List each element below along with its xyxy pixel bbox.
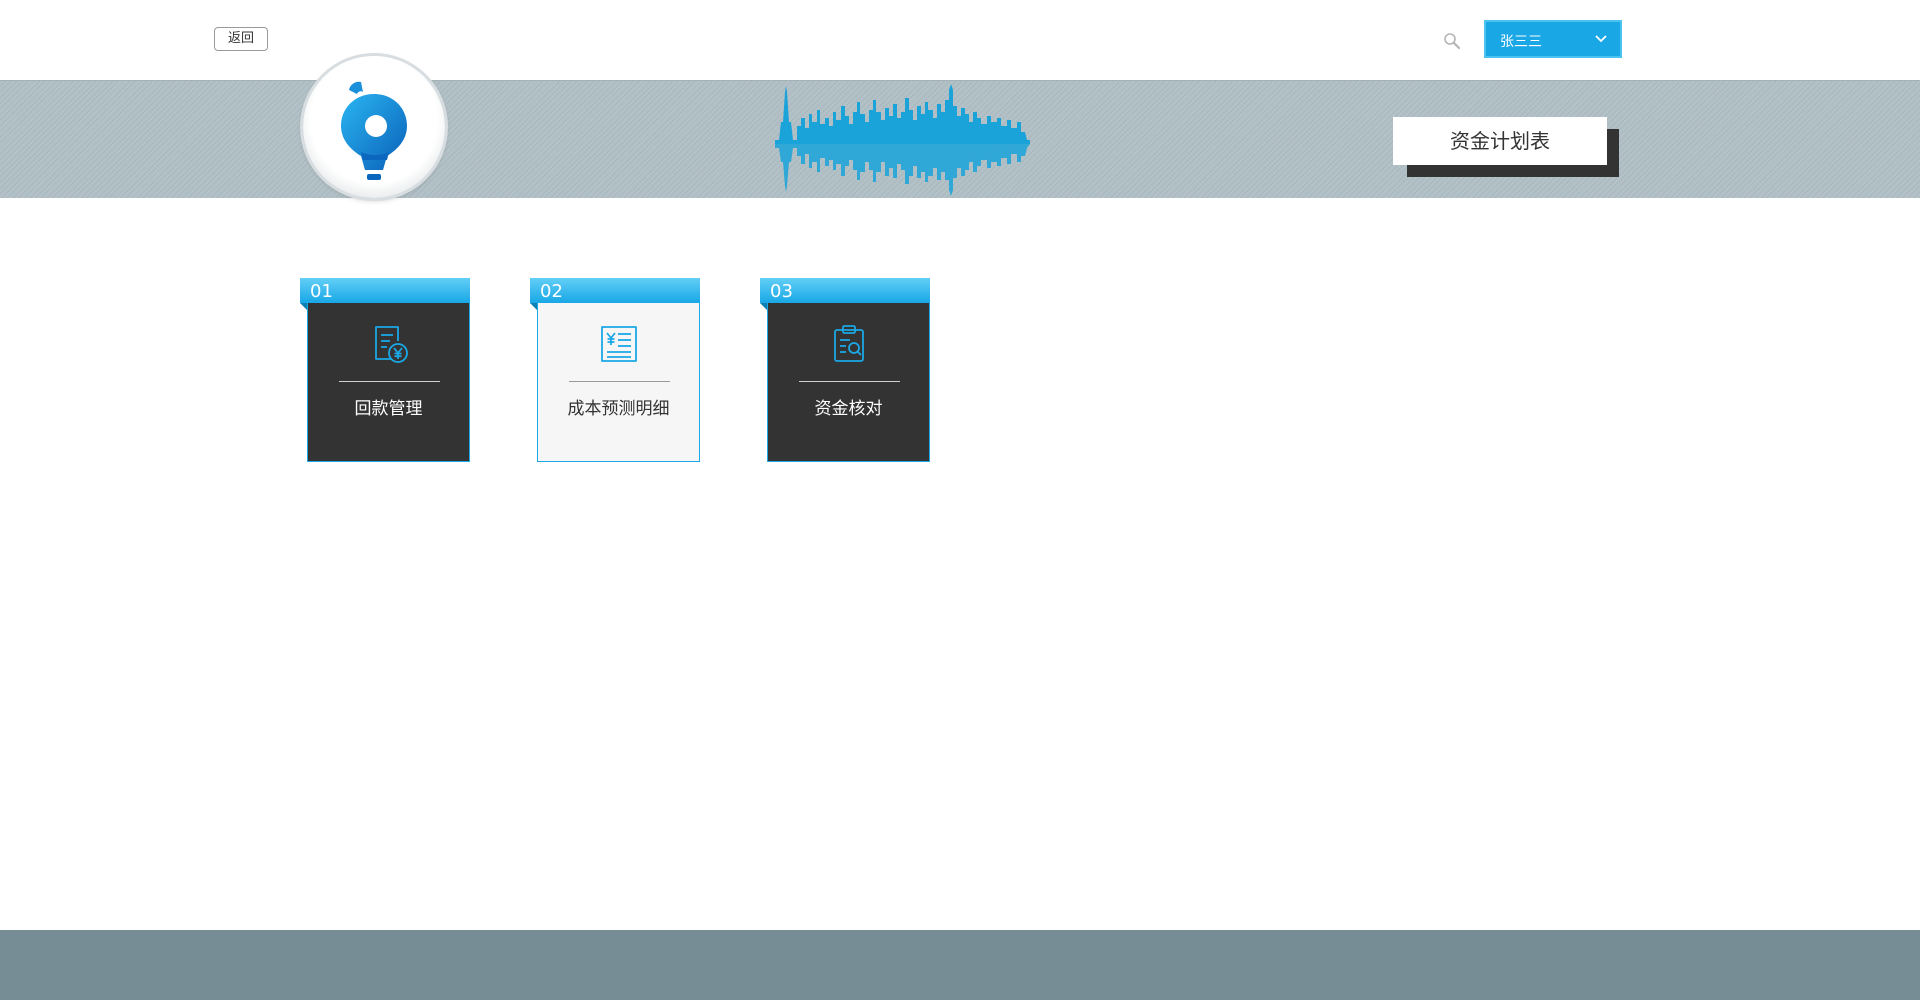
logo-mark-icon bbox=[341, 81, 407, 180]
card-cost-forecast[interactable]: 02 成本预测明细 bbox=[530, 278, 700, 462]
card-label: 回款管理 bbox=[354, 399, 423, 419]
card-index: 01 bbox=[300, 278, 470, 303]
user-name: 张三三 bbox=[1500, 34, 1542, 50]
card-divider bbox=[799, 381, 900, 382]
tab-fold bbox=[760, 303, 767, 310]
card-body: 资金核对 bbox=[767, 303, 930, 462]
page: 返回 张三三 资金计划表 01 回款管理 02 成本预测明细 03 资金核对 bbox=[0, 0, 1920, 1000]
card-body: 成本预测明细 bbox=[537, 303, 700, 462]
back-button[interactable]: 返回 bbox=[214, 27, 268, 51]
card-label: 资金核对 bbox=[814, 399, 883, 419]
card-index: 02 bbox=[530, 278, 700, 303]
tab-fold bbox=[530, 303, 537, 310]
city-skyline-image bbox=[775, 84, 1030, 196]
footer-bar bbox=[0, 930, 1920, 1000]
company-logo bbox=[303, 56, 445, 198]
user-dropdown[interactable]: 张三三 bbox=[1484, 20, 1622, 58]
card-body: 回款管理 bbox=[307, 303, 470, 462]
receipt-yuan-icon bbox=[375, 326, 408, 363]
yuan-list-icon bbox=[601, 326, 637, 362]
card-index: 03 bbox=[760, 278, 930, 303]
chevron-down-icon bbox=[1595, 35, 1607, 43]
card-label: 成本预测明细 bbox=[567, 399, 670, 419]
page-title: 资金计划表 bbox=[1393, 117, 1607, 165]
card-divider bbox=[569, 381, 670, 382]
card-payment-collection[interactable]: 01 回款管理 bbox=[300, 278, 470, 462]
tab-fold bbox=[300, 303, 307, 310]
card-divider bbox=[339, 381, 440, 382]
top-bar: 返回 张三三 bbox=[0, 0, 1920, 80]
card-fund-reconciliation[interactable]: 03 资金核对 bbox=[760, 278, 930, 462]
search-icon[interactable] bbox=[1443, 32, 1461, 50]
clipboard-search-icon bbox=[834, 325, 864, 362]
